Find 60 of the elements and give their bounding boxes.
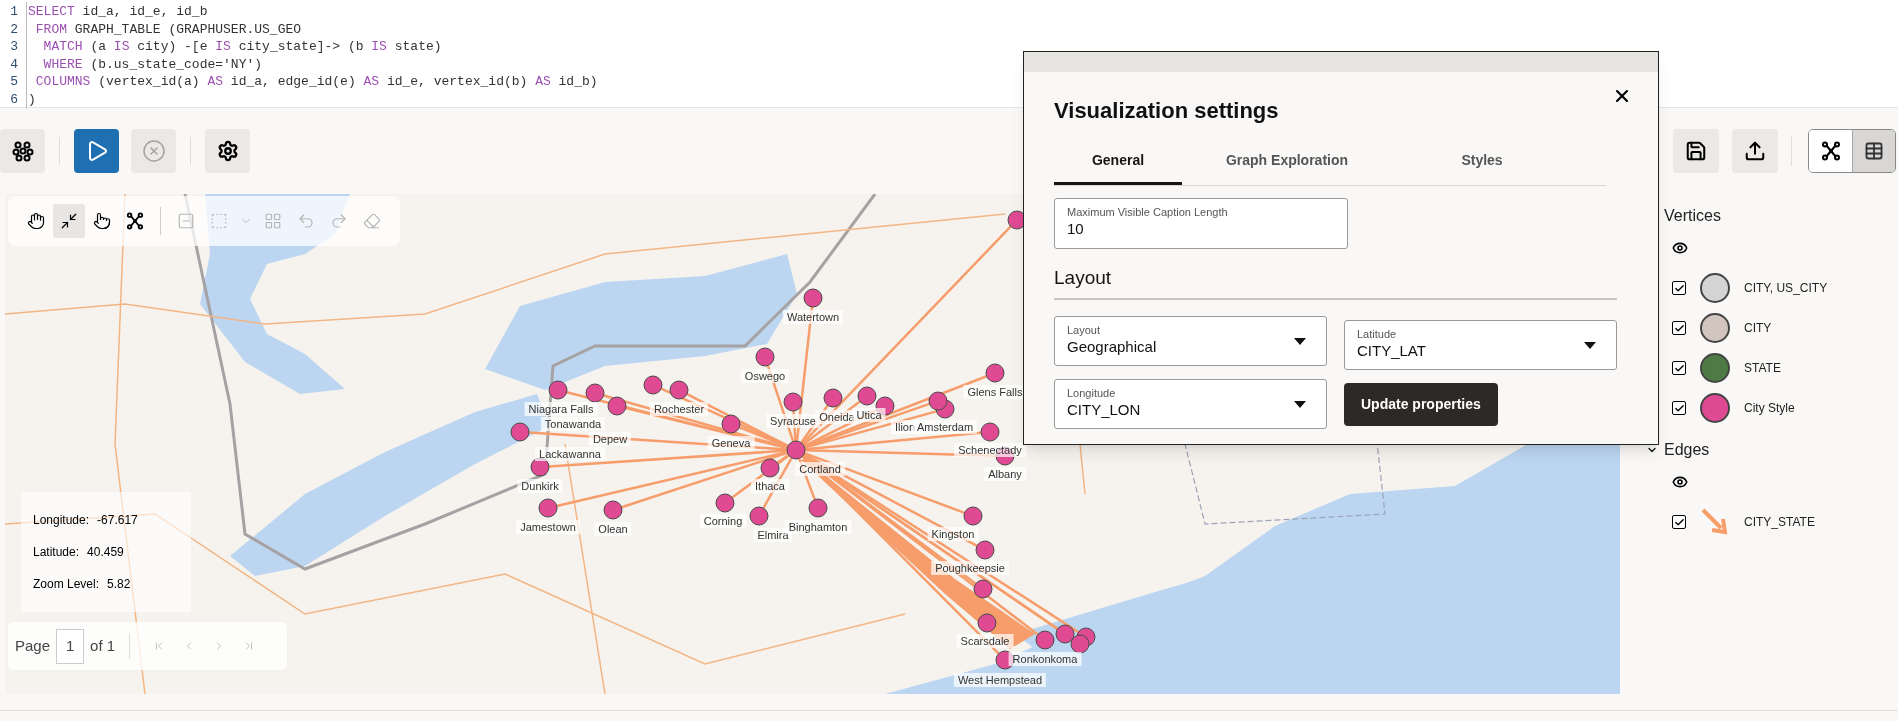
legend-label: STATE <box>1744 360 1781 377</box>
code-line: MATCH (a IS city) -[e IS city_state]-> (b IS state) <box>26 37 442 57</box>
settings-tab[interactable]: General <box>1054 139 1182 185</box>
code-line: WHERE (b.us_state_code='NY') <box>26 54 263 74</box>
dropdown-field[interactable]: Longitude CITY_LON <box>1054 379 1327 429</box>
page-label: Page <box>15 635 51 656</box>
settings-tab[interactable]: Styles <box>1392 139 1572 185</box>
vertex-label: Niagara Falls <box>524 402 598 416</box>
vertex-label: Ithaca <box>751 479 789 493</box>
legend-label: CITY, US_CITY <box>1744 280 1828 297</box>
legend-label: City Style <box>1744 400 1795 417</box>
vertex-label: West Hempstead <box>953 673 1047 687</box>
vertex-label: Albany <box>984 467 1026 481</box>
dropdown-field[interactable]: Latitude CITY_LAT <box>1344 320 1617 370</box>
info-label: Latitude: <box>33 544 80 560</box>
info-label: Zoom Level: <box>33 576 100 592</box>
dialog-title: Visualization settings <box>1054 97 1279 125</box>
section-heading: Layout <box>1054 266 1113 290</box>
vertex-label: Watertown <box>782 310 844 324</box>
vertex-label: Kingston <box>927 527 979 541</box>
page-field[interactable]: 1 <box>56 628 85 664</box>
info-label: Longitude: <box>33 512 90 528</box>
vertex-label: Binghamton <box>784 520 852 534</box>
vertex-label: Tonawanda <box>540 417 606 431</box>
dropdown-field[interactable]: Layout Geographical <box>1054 316 1327 366</box>
vertex-label: Cortland <box>795 462 845 476</box>
info-value: 40.459 <box>87 544 124 560</box>
vertex-label: Rochester <box>649 402 709 416</box>
vertex-label: Depew <box>588 432 632 446</box>
vertex-label: Dunkirk <box>517 479 563 493</box>
code-line: SELECT id_a, id_e, id_b <box>26 2 208 22</box>
vertex-label: Poughkeepsie <box>931 561 1009 575</box>
line-number: 4 <box>9 55 19 74</box>
vertex-label: Syracuse <box>766 414 820 428</box>
code-line: FROM GRAPH_TABLE (GRAPHUSER.US_GEO <box>26 19 302 39</box>
line-number: 2 <box>9 20 19 39</box>
vertex-label: Scarsdale <box>956 634 1014 648</box>
code-line: ) <box>26 89 36 109</box>
page-total: of 1 <box>90 635 116 656</box>
info-value: -67.617 <box>97 512 138 528</box>
vertex-label: Ronkonkoma <box>1008 652 1082 666</box>
section-header[interactable]: Edges <box>1646 438 1888 462</box>
legend-label: CITY <box>1744 320 1772 337</box>
vertex-label: Jamestown <box>516 520 580 534</box>
code-line: COLUMNS (vertex_id(a) AS id_a, edge_id(e) AS id_e, vertex_id(b) AS id_b) <box>26 72 598 92</box>
line-number: 3 <box>9 38 19 56</box>
settings-tab[interactable]: Graph Exploration <box>1182 139 1392 185</box>
vertex-label: Geneva <box>707 436 755 450</box>
line-number: 6 <box>9 90 19 109</box>
info-value: 5.82 <box>107 576 131 592</box>
line-number: 1 <box>9 3 19 21</box>
vertex-label: Lackawanna <box>535 447 605 461</box>
legend-label: CITY_STATE <box>1744 514 1815 531</box>
vertex-label: Olean <box>594 522 632 536</box>
vertex-label: Corning <box>699 514 747 528</box>
vertex-label: Schenectady <box>954 443 1026 457</box>
vertex-label: Oswego <box>740 369 790 383</box>
update-properties-button[interactable]: Update properties <box>1344 383 1498 426</box>
caption-length-field[interactable]: Maximum Visible Caption Length 10 <box>1054 198 1348 249</box>
line-number: 5 <box>9 73 19 91</box>
